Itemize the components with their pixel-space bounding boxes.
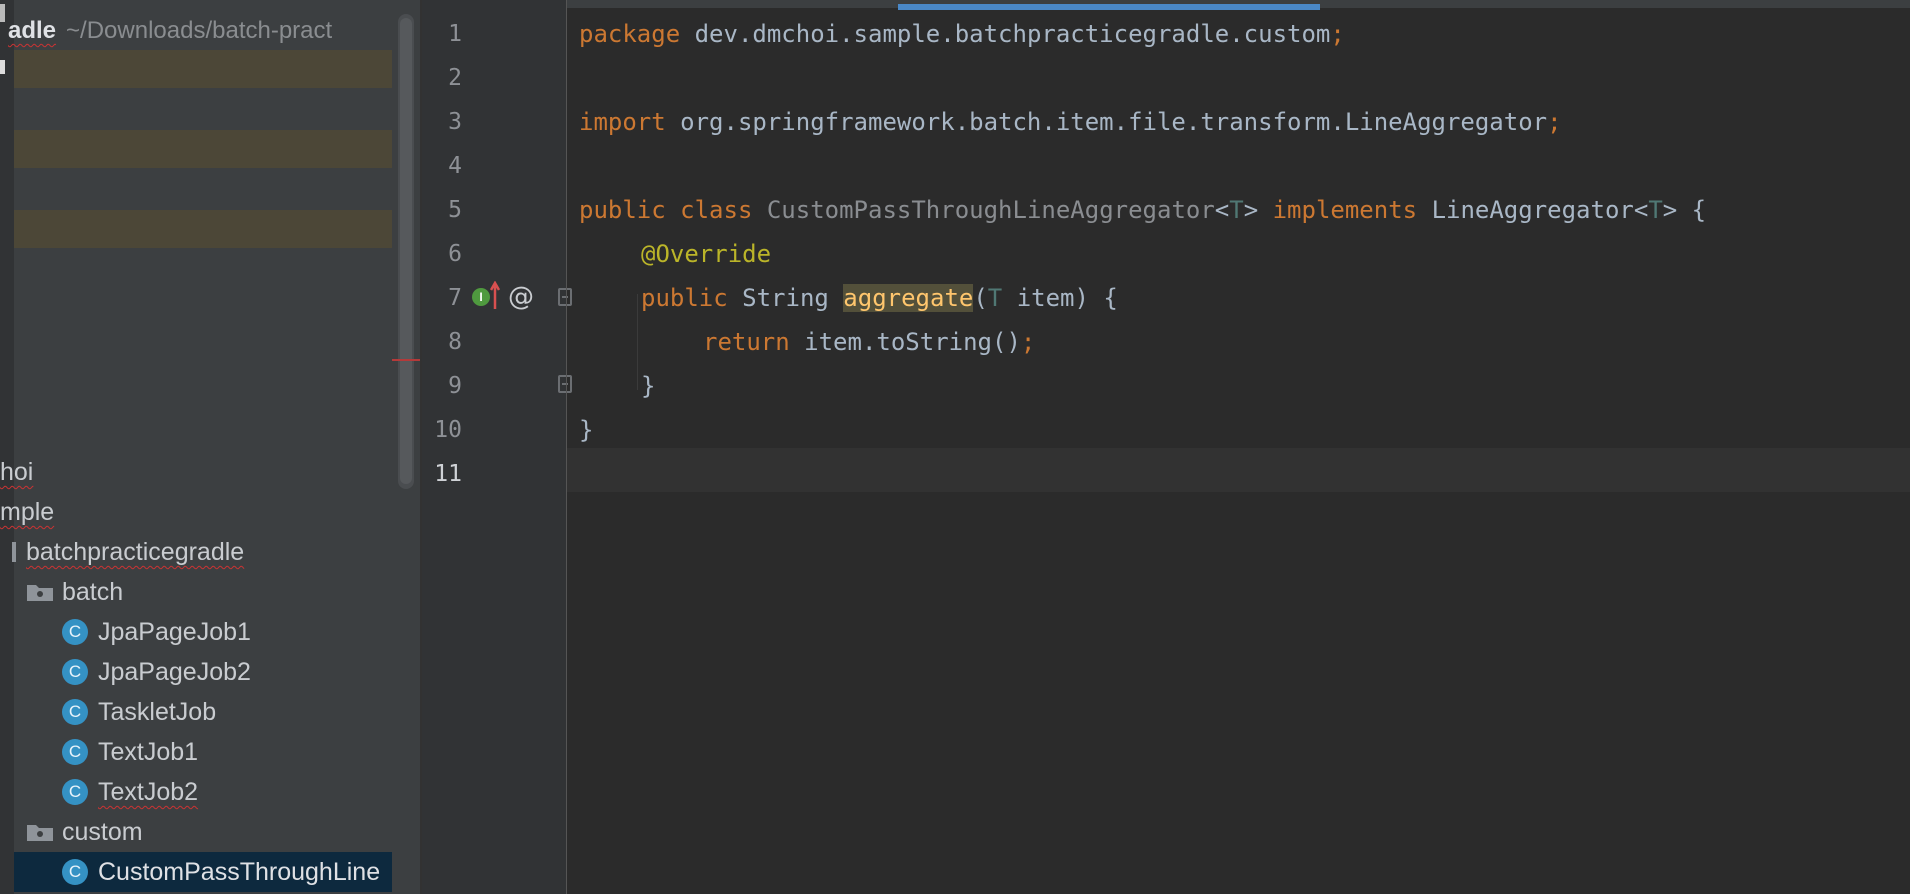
brace: {	[1677, 196, 1707, 224]
current-line-highlight	[567, 448, 1910, 492]
type-parameter: T	[987, 284, 1003, 312]
line-number: 7	[448, 285, 462, 311]
scrollbar-thumb[interactable]	[400, 18, 412, 484]
code-line-8[interactable]: return item.toString();	[703, 320, 1035, 364]
tree-node-label: hoi	[0, 458, 34, 486]
class-name: CustomPassThroughLineAggregator	[766, 196, 1215, 224]
indent-guide	[637, 294, 638, 390]
keyword: public	[641, 284, 728, 312]
highlighted-row[interactable]	[14, 50, 392, 88]
class-icon: C	[62, 659, 88, 685]
class-icon: C	[62, 859, 88, 885]
folder-icon	[27, 825, 53, 841]
package-name: dev.dmchoi.sample.batchpracticegradle.cu…	[680, 20, 1331, 48]
tree-class-label: TextJob2	[98, 778, 199, 806]
tree-class-label: CustomPassThroughLine	[98, 858, 381, 886]
editor-gutter[interactable]: 1 2 3 4 5 6 7 8 9 10 11 I @	[422, 0, 572, 894]
type-parameter: T	[1648, 196, 1663, 224]
line-number: 3	[448, 109, 462, 135]
import-path: org.springframework.batch.item.file.tran…	[665, 108, 1548, 136]
line-number: 8	[448, 329, 462, 355]
line-number: 9	[448, 373, 462, 399]
angle-bracket: <	[1633, 196, 1649, 224]
implements-arrow-icon[interactable]	[490, 281, 500, 309]
project-root-header[interactable]: adle ~/Downloads/batch-pract	[8, 13, 332, 49]
tree-class-item-selected[interactable]: C CustomPassThroughLine	[14, 852, 392, 892]
code-editor[interactable]: 1 2 3 4 5 6 7 8 9 10 11 I @ package dev.…	[422, 0, 1910, 894]
tree-folder-label: batch	[62, 578, 124, 606]
project-name: adle	[8, 17, 57, 44]
keyword: package	[579, 20, 681, 48]
gutter-separator	[566, 0, 567, 894]
return-type: String	[727, 284, 844, 312]
code-line-9[interactable]: }	[641, 364, 655, 408]
tree-folder-label: custom	[62, 818, 143, 846]
active-tab-indicator[interactable]	[898, 4, 1320, 10]
project-scrollbar[interactable]	[398, 14, 414, 489]
tree-class-label: TaskletJob	[98, 698, 217, 726]
code-line-5[interactable]: public class CustomPassThroughLineAggreg…	[579, 188, 1706, 232]
keyword: class	[680, 196, 753, 224]
line-number: 6	[448, 241, 462, 267]
code-line-1[interactable]: package dev.dmchoi.sample.batchpracticeg…	[579, 12, 1345, 56]
code-line-6[interactable]: @Override	[641, 232, 771, 276]
interface-name: LineAggregator	[1431, 196, 1634, 224]
semicolon: ;	[1330, 20, 1345, 48]
fold-end-icon[interactable]	[558, 375, 572, 393]
angle-bracket: >	[1243, 196, 1259, 224]
semicolon: ;	[1547, 108, 1562, 136]
class-icon: C	[62, 779, 88, 805]
highlighted-row[interactable]	[14, 210, 392, 248]
keyword: import	[579, 108, 666, 136]
paren: (	[973, 284, 988, 312]
tree-class-label: JpaPageJob2	[98, 658, 251, 686]
tool-window-tab[interactable]	[0, 4, 5, 22]
annotation: @Override	[641, 240, 772, 268]
tree-class-label: JpaPageJob1	[98, 618, 251, 646]
tool-window-tab[interactable]	[0, 60, 5, 74]
brace: }	[641, 372, 656, 400]
semicolon: ;	[1020, 328, 1036, 356]
tree-node-label: batchpracticegradle	[26, 538, 245, 566]
error-stripe-mark[interactable]	[392, 359, 420, 361]
tree-node-label: mple	[0, 498, 55, 526]
line-number: 5	[448, 197, 462, 223]
angle-bracket: <	[1214, 196, 1230, 224]
class-icon: C	[62, 619, 88, 645]
package-icon	[12, 542, 16, 562]
parameter: item) {	[1002, 284, 1118, 312]
class-icon: C	[62, 699, 88, 725]
line-number: 1	[448, 21, 462, 47]
method-name: aggregate	[843, 284, 974, 312]
tree-class-label: TextJob1	[98, 738, 199, 766]
implements-method-icon[interactable]: I	[472, 288, 490, 306]
line-number: 10	[434, 417, 462, 443]
line-number-current: 11	[434, 461, 462, 487]
code-line-7[interactable]: public String aggregate(T item) {	[641, 276, 1118, 320]
tool-window-strip	[0, 0, 14, 894]
folder-icon	[27, 585, 53, 601]
fold-method-icon[interactable]	[558, 288, 572, 306]
code-line-3[interactable]: import org.springframework.batch.item.fi…	[579, 100, 1562, 144]
line-number: 4	[448, 153, 462, 179]
class-icon: C	[62, 739, 88, 765]
keyword: return	[703, 328, 790, 356]
project-panel: adle ~/Downloads/batch-pract hoi mple bat…	[0, 0, 420, 894]
expression: item.toString()	[789, 328, 1021, 356]
code-line-10[interactable]: }	[579, 408, 593, 452]
keyword: implements	[1272, 196, 1418, 224]
project-path: ~/Downloads/batch-pract	[66, 17, 333, 44]
keyword: public	[579, 196, 666, 224]
brace: }	[579, 416, 594, 444]
highlighted-row[interactable]	[14, 130, 392, 168]
line-number: 2	[448, 65, 462, 91]
at-override-icon[interactable]: @	[508, 282, 534, 312]
type-parameter: T	[1229, 196, 1244, 224]
angle-bracket: >	[1662, 196, 1678, 224]
